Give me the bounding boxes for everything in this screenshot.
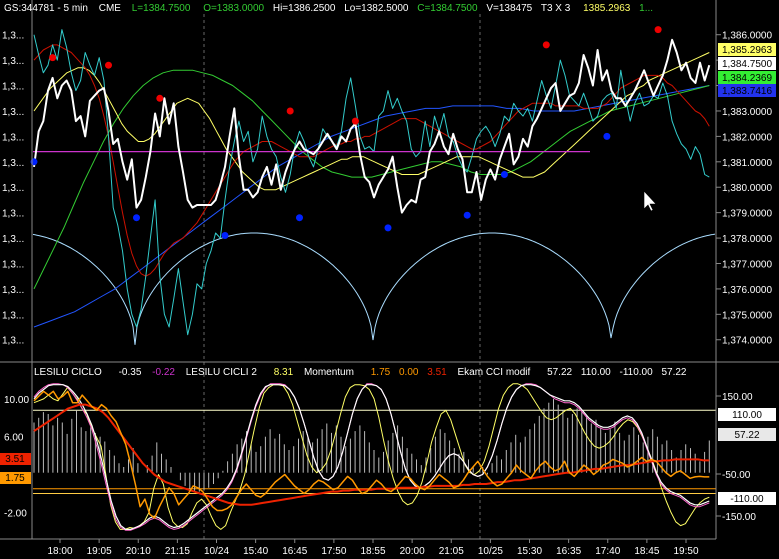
time-tick-label: 18:45: [634, 546, 659, 557]
buy-signal-dot: [296, 214, 303, 222]
osc-tick-label: 6.00: [4, 433, 24, 444]
tag-m110: -110.00: [730, 494, 764, 505]
time-tick-label: 16:45: [282, 546, 307, 557]
chart-canvas: 1,386.00001,3...1,385.00001,3...1,384.00…: [0, 0, 779, 559]
time-tick-label: 10/24: [204, 546, 229, 557]
ind3-name: Momentum: [304, 367, 354, 378]
time-tick-label: 20:00: [400, 546, 425, 557]
cci-tick-label: -150.00: [722, 512, 756, 523]
header-volume: V=138475: [486, 3, 532, 14]
buy-signal-dot: [500, 171, 508, 178]
time-tick-label: 19:05: [87, 546, 112, 557]
header-open: O=1383.0000: [203, 3, 264, 14]
ind2-v1: 8.31: [274, 367, 294, 378]
price-tick-label: 1,375.0000: [722, 310, 772, 321]
time-tick-label: 20:10: [126, 546, 151, 557]
buy-signal-dot: [463, 211, 471, 219]
ind4-v3: -110.00: [620, 367, 654, 378]
tag-cci: 57.22: [734, 430, 759, 441]
header-style: T3 X 3: [541, 3, 571, 14]
price-tick-label: 1,379.0000: [722, 209, 772, 220]
ind4-v4: 57.22: [661, 367, 686, 378]
sell-signal-dot: [156, 94, 164, 102]
left-price-tick-label: 1,3...: [2, 259, 24, 270]
ind4-v1: 57.22: [547, 367, 572, 378]
header-ma-trunc: 1...: [639, 3, 653, 14]
header-last: L=1384.7500: [132, 3, 191, 14]
left-price-tick-label: 1,3...: [2, 107, 24, 118]
time-tick-label: 21:15: [165, 546, 190, 557]
tag-green: 1,384.2369: [722, 73, 772, 84]
time-tick-label: 15:40: [243, 546, 268, 557]
header-high: Hi=1386.2500: [273, 3, 336, 14]
tag-mom-red: 3.51: [5, 454, 25, 465]
price-tick-label: 1,374.0000: [722, 336, 772, 347]
price-tick-label: 1,380.0000: [722, 183, 772, 194]
left-price-tick-label: 1,3...: [2, 285, 24, 296]
time-tick-label: 16:35: [556, 546, 581, 557]
ind1-v1: -0.35: [119, 367, 142, 378]
ind4-name: Ekam CCI modif: [457, 367, 530, 378]
cci-tick-label: -50.00: [722, 470, 751, 481]
ind2-name: LESILU CICLI 2: [186, 367, 258, 378]
tag-ma: 1,385.2963: [722, 45, 772, 56]
price-tick-label: 1,382.0000: [722, 132, 772, 143]
buy-signal-dot: [384, 224, 392, 232]
header-low: Lo=1382.5000: [344, 3, 409, 14]
time-tick-label: 21:05: [439, 546, 464, 557]
header-exchange: CME: [99, 3, 122, 14]
tag-110: 110.00: [732, 410, 762, 421]
left-price-tick-label: 1,3...: [2, 209, 24, 220]
header-symbol: GS:344781 - 5 min: [4, 3, 88, 14]
header-close: C=1384.7500: [417, 3, 478, 14]
osc-tick-label: 10.00: [4, 395, 29, 406]
price-tick-label: 1,381.0000: [722, 158, 772, 169]
left-price-tick-label: 1,3...: [2, 310, 24, 321]
tag-last: 1,384.7500: [722, 59, 772, 70]
sell-signal-dot: [105, 61, 112, 69]
ind1-v2: -0.22: [152, 367, 175, 378]
ind3-v2: 0.00: [399, 367, 419, 378]
time-tick-label: 15:30: [517, 546, 542, 557]
time-tick-label: 17:50: [321, 546, 346, 557]
price-tags: 1,385.2963 1,384.7500 1,384.2369 1,383.7…: [718, 43, 776, 97]
left-price-tick-label: 1,3...: [2, 336, 24, 347]
time-tick-label: 18:00: [47, 546, 72, 557]
ind4-v2: 110.00: [581, 367, 611, 378]
ind3-v3: 3.51: [427, 367, 447, 378]
sell-signal-dot: [286, 107, 294, 115]
sell-signal-dot: [542, 41, 550, 49]
sell-signal-dot: [351, 117, 359, 125]
left-price-tick-label: 1,3...: [2, 158, 24, 169]
time-tick-label: 10/25: [478, 546, 503, 557]
tag-mom-orange: 1.75: [5, 473, 25, 484]
left-price-tick-label: 1,3...: [2, 183, 24, 194]
time-tick-label: 19:50: [673, 546, 698, 557]
left-price-tick-label: 1,3...: [2, 56, 24, 67]
sell-signal-dot: [49, 54, 57, 62]
chart-header: GS:344781 - 5 min CME L=1384.7500 O=1383…: [4, 3, 653, 14]
left-price-tick-label: 1,3...: [2, 31, 24, 42]
buy-signal-dot: [603, 132, 611, 140]
time-tick-label: 17:40: [595, 546, 620, 557]
time-tick-label: 18:55: [360, 546, 385, 557]
header-ma-value: 1385.2963: [583, 3, 631, 14]
buy-signal-dot: [221, 232, 229, 239]
buy-signal-dot: [133, 214, 140, 222]
price-tick-label: 1,376.0000: [722, 285, 772, 296]
price-tick-label: 1,377.0000: [722, 259, 772, 270]
sell-signal-dot: [654, 26, 662, 34]
osc-tick-label: -2.00: [4, 508, 27, 519]
price-tick-label: 1,383.0000: [722, 107, 772, 118]
left-price-tick-label: 1,3...: [2, 82, 24, 93]
left-price-tick-label: 1,3...: [2, 132, 24, 143]
price-tick-label: 1,378.0000: [722, 234, 772, 245]
left-price-tick-label: 1,3...: [2, 234, 24, 245]
price-tick-label: 1,386.0000: [722, 31, 772, 42]
tag-blue: 1,383.7416: [722, 86, 772, 97]
ind3-v1: 1.75: [371, 367, 391, 378]
cci-tick-label: 150.00: [722, 392, 753, 403]
ind1-name: LESILU CICLO: [34, 367, 102, 378]
